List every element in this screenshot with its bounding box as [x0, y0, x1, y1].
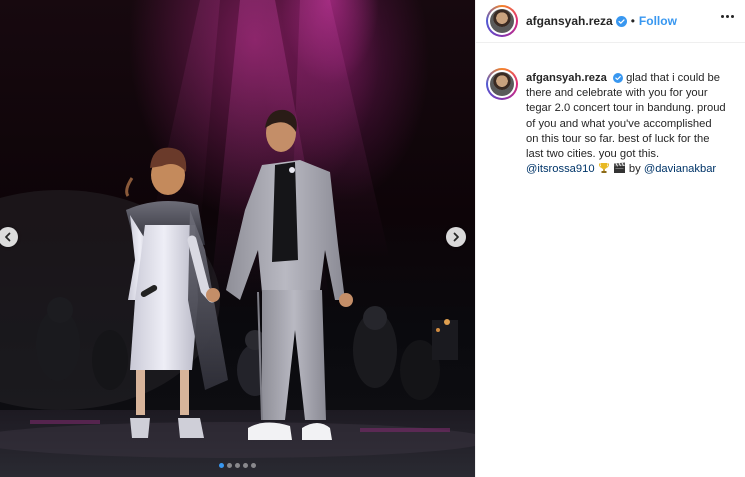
mention-link[interactable]: @davianakbar [644, 163, 716, 175]
avatar-image [490, 9, 514, 33]
carousel-dot [243, 463, 248, 468]
verified-badge-icon [615, 15, 627, 27]
post-header: afgansyah.reza • Follow [476, 0, 745, 43]
chevron-left-icon [5, 232, 11, 242]
chevron-right-icon [453, 232, 459, 242]
caption-avatar[interactable] [486, 68, 518, 100]
mention-link[interactable]: @itsrossa910 [526, 163, 595, 175]
avatar[interactable] [486, 5, 518, 37]
caption-body: glad that i could be there and celebrate… [526, 72, 726, 161]
header-username-link[interactable]: afgansyah.reza [526, 14, 613, 28]
instagram-post-modal: afgansyah.reza • Follow afgansyah.reza g… [0, 0, 745, 477]
post-photo[interactable] [0, 0, 475, 477]
follow-separator: • [630, 14, 635, 28]
concert-stage-illustration [0, 0, 475, 477]
carousel-dot [219, 463, 224, 468]
carousel-indicator [0, 463, 475, 468]
clapper-board-icon [613, 162, 626, 179]
caption-by-label: by [628, 163, 641, 176]
post-side-panel: afgansyah.reza • Follow afgansyah.reza g… [475, 0, 745, 477]
trophy-emoji-icon [598, 162, 610, 179]
carousel-dot [251, 463, 256, 468]
caption-comment: afgansyah.reza glad that i could be ther… [486, 68, 736, 179]
avatar-image [490, 72, 514, 96]
more-options-icon[interactable] [721, 15, 734, 18]
verified-badge-icon [612, 73, 623, 84]
caption-text: afgansyah.reza glad that i could be ther… [526, 71, 726, 179]
follow-button[interactable]: Follow [639, 14, 677, 28]
carousel-dot [227, 463, 232, 468]
carousel-next-button[interactable] [446, 227, 466, 247]
caption-username-link[interactable]: afgansyah.reza [526, 72, 607, 84]
carousel-dot [235, 463, 240, 468]
